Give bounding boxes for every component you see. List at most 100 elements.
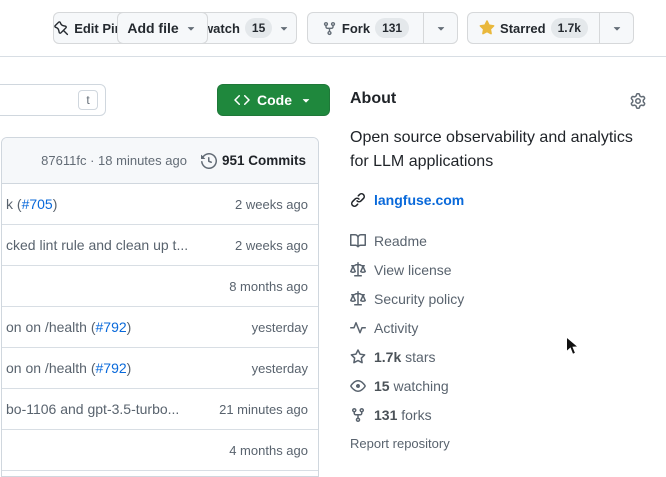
- pin-icon: [54, 21, 69, 36]
- about-link[interactable]: Readme: [350, 226, 646, 255]
- star-button-group: Starred 1.7k: [467, 12, 634, 44]
- stat-count: 15: [374, 378, 390, 394]
- stat-label: forks: [397, 407, 431, 423]
- law-icon: [350, 291, 366, 307]
- commit-age: 2 weeks ago: [235, 238, 308, 253]
- stat-label: Activity: [374, 320, 418, 336]
- file-rows: k (#705) 2 weeks ago cked lint rule and …: [2, 184, 318, 471]
- star-icon: [350, 349, 366, 365]
- starred-button[interactable]: Starred 1.7k: [468, 13, 599, 43]
- commit-message-text: on on /health (: [6, 360, 96, 376]
- stat-label: Security policy: [374, 291, 464, 307]
- add-file-label: Add file: [127, 20, 178, 36]
- starred-label: Starred: [500, 21, 546, 36]
- commit-age: 21 minutes ago: [219, 402, 308, 417]
- about-link[interactable]: Security policy: [350, 284, 646, 313]
- code-label: Code: [257, 92, 292, 108]
- pr-number-link[interactable]: #792: [96, 360, 127, 376]
- about-title: About: [350, 90, 396, 108]
- commit-age: 2 weeks ago: [235, 197, 308, 212]
- commit-message-text: bo-1106 and gpt-3.5-turbo...: [6, 401, 179, 417]
- commit-message-suffix: ): [127, 360, 132, 376]
- book-icon: [350, 233, 366, 249]
- pr-number-link[interactable]: #792: [96, 319, 127, 335]
- chevron-down-icon: [184, 21, 198, 35]
- commit-message-text: on on /health (: [6, 319, 96, 335]
- commit-message-text: k (: [6, 196, 22, 212]
- about-link[interactable]: 1.7k stars: [350, 342, 646, 371]
- commit-message[interactable]: on on /health (#792): [6, 319, 131, 335]
- commit-message-suffix: ): [127, 319, 132, 335]
- edit-about-button[interactable]: [630, 92, 646, 110]
- commit-separator: ·: [90, 153, 94, 168]
- website-url: langfuse.com: [374, 192, 464, 208]
- stars-count-badge: 1.7k: [551, 18, 588, 38]
- stat-label: watching: [390, 378, 449, 394]
- star-filled-icon: [479, 20, 495, 36]
- chevron-down-icon: [277, 21, 291, 35]
- law-icon: [350, 262, 366, 278]
- table-row: 8 months ago: [2, 266, 318, 307]
- about-link[interactable]: View license: [350, 255, 646, 284]
- about-sidebar: About Open source observability and anal…: [350, 84, 646, 468]
- eye-icon: [350, 378, 366, 394]
- repo-description: Open source observability and analytics …: [350, 126, 646, 174]
- commit-age: 4 months ago: [229, 443, 308, 458]
- history-icon: [201, 153, 217, 169]
- commit-age: yesterday: [252, 361, 308, 376]
- forks-count-badge: 131: [375, 18, 409, 38]
- commit-message[interactable]: cked lint rule and clean up t...: [6, 237, 188, 253]
- report-repository-link[interactable]: Report repository: [350, 436, 450, 451]
- repo-action-bar: Edit Pins Unwatch 15 Fork 131 Starred 1.…: [0, 0, 666, 57]
- code-icon: [234, 92, 250, 108]
- add-file-button[interactable]: Add file: [117, 12, 208, 44]
- table-row: bo-1106 and gpt-3.5-turbo... 21 minutes …: [2, 389, 318, 430]
- latest-commit-info: 87611fc · 18 minutes ago: [41, 153, 187, 168]
- watchers-count-badge: 15: [245, 18, 272, 38]
- fork-icon: [350, 407, 366, 423]
- stat-label: Readme: [374, 233, 427, 249]
- table-row: on on /health (#792) yesterday: [2, 307, 318, 348]
- go-to-file-input[interactable]: t: [0, 84, 106, 116]
- about-links-list: Readme View license Security policy Acti…: [350, 226, 646, 429]
- fork-button-group: Fork 131: [307, 12, 458, 44]
- fork-label: Fork: [342, 21, 370, 36]
- stat-count: 1.7k: [374, 349, 401, 365]
- stat-label: View license: [374, 262, 452, 278]
- chevron-down-icon: [299, 93, 313, 107]
- commit-hash-link[interactable]: 87611fc: [41, 153, 86, 168]
- commit-time: 18 minutes ago: [98, 153, 187, 168]
- fork-icon: [322, 21, 337, 36]
- latest-commit-bar: 87611fc · 18 minutes ago 951 Commits: [2, 138, 318, 184]
- about-link[interactable]: 15 watching: [350, 371, 646, 400]
- website-link[interactable]: langfuse.com: [350, 192, 464, 208]
- commit-message-suffix: ): [53, 196, 58, 212]
- about-link[interactable]: Activity: [350, 313, 646, 342]
- table-row: on on /health (#792) yesterday: [2, 348, 318, 389]
- stat-label: stars: [401, 349, 435, 365]
- fork-button[interactable]: Fork 131: [308, 13, 423, 43]
- commits-count-label: 951 Commits: [222, 153, 306, 168]
- link-icon: [350, 192, 366, 208]
- code-button[interactable]: Code: [217, 84, 330, 116]
- about-link[interactable]: 131 forks: [350, 400, 646, 429]
- commit-message[interactable]: k (#705): [6, 196, 57, 212]
- fork-dropdown-button[interactable]: [423, 13, 457, 43]
- commit-message-text: cked lint rule and clean up t...: [6, 237, 188, 253]
- stat-count: 131: [374, 407, 397, 423]
- gear-icon: [630, 93, 646, 109]
- table-row: k (#705) 2 weeks ago: [2, 184, 318, 225]
- commit-age: yesterday: [252, 320, 308, 335]
- pr-number-link[interactable]: #705: [22, 196, 53, 212]
- commit-message[interactable]: on on /health (#792): [6, 360, 131, 376]
- star-dropdown-button[interactable]: [599, 13, 633, 43]
- table-row: cked lint rule and clean up t... 2 weeks…: [2, 225, 318, 266]
- commit-age: 8 months ago: [229, 279, 308, 294]
- pulse-icon: [350, 320, 366, 336]
- chevron-down-icon: [434, 21, 448, 35]
- commit-history-link[interactable]: 951 Commits: [201, 153, 306, 169]
- chevron-down-icon: [610, 21, 624, 35]
- file-browser-table: 87611fc · 18 minutes ago 951 Commits k (…: [1, 137, 319, 477]
- commit-message[interactable]: bo-1106 and gpt-3.5-turbo...: [6, 401, 179, 417]
- table-row: 4 months ago: [2, 430, 318, 471]
